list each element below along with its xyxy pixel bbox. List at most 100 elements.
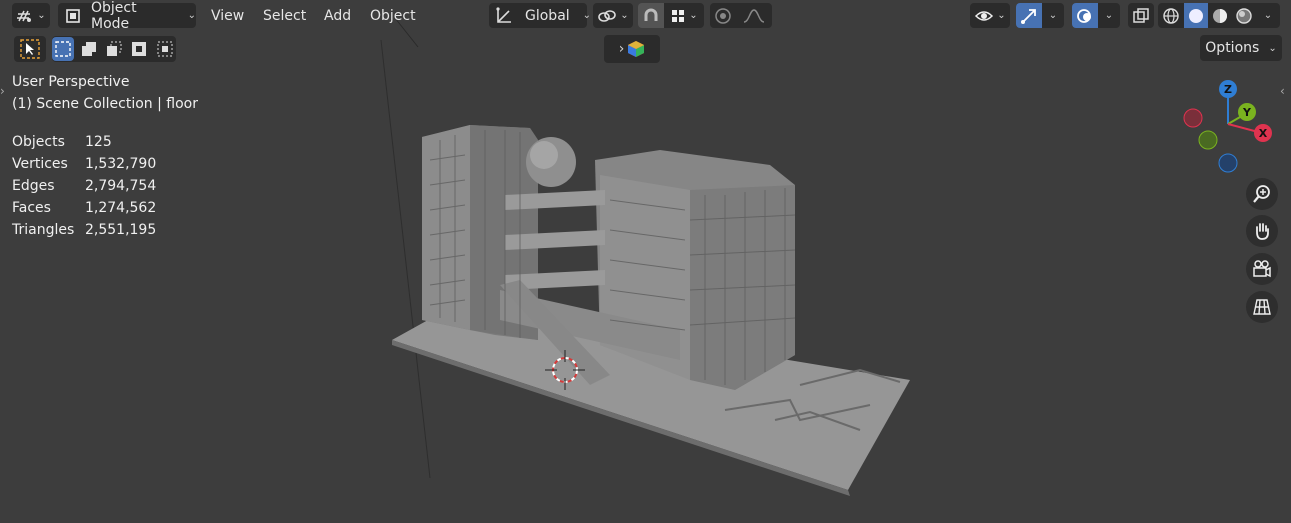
shading-dropdown[interactable]: ⌄: [1256, 3, 1280, 28]
stat-value: 125: [85, 134, 112, 150]
left-sidebar-toggle[interactable]: ›: [0, 84, 5, 98]
chevron-down-icon: ⌄: [582, 10, 592, 21]
gizmo-icon: [1020, 7, 1038, 25]
stat-row: Edges 2,794,754: [12, 175, 156, 197]
right-sidebar-toggle[interactable]: ‹: [1280, 84, 1285, 98]
chevron-down-icon: ⌄: [620, 10, 629, 21]
proportional-edit-toggle[interactable]: [710, 3, 736, 28]
ortho-grid-icon: [1252, 297, 1272, 317]
chevron-down-icon: ⌄: [997, 10, 1006, 21]
transform-pivot-icon: [494, 6, 514, 25]
material-shading-icon: [1211, 7, 1229, 25]
gizmo-dropdown[interactable]: ⌄: [1042, 3, 1064, 28]
snap-toggle[interactable]: [638, 3, 664, 28]
rendered-shading-button[interactable]: [1232, 3, 1256, 28]
visibility-icon: [974, 8, 994, 24]
selection-mode-group: [52, 36, 176, 62]
solid-shading-button[interactable]: [1184, 3, 1208, 28]
material-shading-button[interactable]: [1208, 3, 1232, 28]
overlay-icon: [1076, 7, 1094, 25]
menu-add[interactable]: Add: [316, 3, 359, 28]
pivot-point-dropdown[interactable]: ⌄: [593, 3, 633, 28]
chevron-down-icon: ⌄: [1104, 10, 1114, 21]
proportional-edit-icon: [714, 7, 732, 25]
stat-value: 1,274,562: [85, 200, 157, 216]
select-cursor-icon: [19, 38, 41, 60]
select-extend-icon[interactable]: [77, 37, 99, 61]
xray-toggle[interactable]: [1128, 3, 1154, 28]
xray-icon: [1132, 7, 1150, 25]
chevron-down-icon: ⌄: [37, 10, 46, 21]
stat-label: Vertices: [12, 156, 68, 172]
gizmo-neg-z: [1218, 153, 1238, 173]
stat-label: Objects: [12, 134, 65, 150]
gizmo-x-label: X: [1259, 127, 1268, 140]
stat-label: Triangles: [12, 222, 75, 238]
chevron-down-icon: ⌄: [187, 10, 196, 21]
link-icon: [597, 8, 617, 24]
stat-value: 1,532,790: [85, 156, 157, 172]
zoom-button[interactable]: [1246, 178, 1278, 210]
options-label: Options: [1205, 40, 1260, 56]
snap-grid-icon: [670, 8, 686, 24]
stat-value: 2,551,195: [85, 222, 157, 238]
view-name: User Perspective: [12, 74, 130, 90]
pan-hand-icon: [1252, 221, 1272, 241]
visibility-dropdown[interactable]: ⌄: [970, 3, 1010, 28]
viewport-header: ⌄ Object Mode ⌄ View Select Add Object G…: [0, 0, 1291, 33]
stat-row: Objects 125: [12, 131, 156, 153]
snap-icon: [642, 7, 660, 25]
wireframe-shading-button[interactable]: [1158, 3, 1184, 28]
falloff-icon: [743, 8, 765, 24]
chevron-right-icon: ›: [618, 41, 625, 57]
overlay-toggle[interactable]: [1072, 3, 1098, 28]
select-intersect-icon[interactable]: [154, 37, 176, 61]
navigation-gizmo[interactable]: Z Y X: [1180, 78, 1280, 178]
stat-row: Triangles 2,551,195: [12, 219, 156, 241]
options-dropdown[interactable]: Options ⌄: [1200, 35, 1282, 61]
asset-shelf-toggle[interactable]: ›: [604, 35, 660, 63]
transform-orientation-dropdown[interactable]: Global ⌄: [489, 3, 591, 28]
asset-cube-icon: [627, 40, 645, 58]
chevron-down-icon: ⌄: [1048, 10, 1058, 21]
scene-model: [380, 17, 910, 496]
select-invert-icon[interactable]: [128, 37, 150, 61]
stat-label: Faces: [12, 200, 51, 216]
zoom-icon: [1252, 184, 1272, 204]
gizmo-y-label: Y: [1242, 106, 1252, 119]
menu-object[interactable]: Object: [362, 3, 424, 28]
chevron-down-icon: ⌄: [1263, 10, 1273, 21]
mode-dropdown[interactable]: Object Mode ⌄: [58, 0, 196, 32]
rendered-shading-icon: [1235, 7, 1253, 25]
stat-label: Edges: [12, 178, 55, 194]
editor-type-icon: [16, 8, 34, 24]
menu-view[interactable]: View: [203, 3, 252, 28]
stat-row: Faces 1,274,562: [12, 197, 156, 219]
3d-viewport[interactable]: ⌄ Object Mode ⌄ View Select Add Object G…: [0, 0, 1291, 523]
wireframe-shading-icon: [1162, 7, 1180, 25]
gizmo-z-label: Z: [1224, 83, 1232, 96]
select-subtract-icon[interactable]: [103, 37, 125, 61]
menu-select[interactable]: Select: [255, 3, 314, 28]
gizmo-neg-y: [1198, 130, 1218, 150]
tweak-tool-button[interactable]: [14, 36, 46, 62]
camera-view-icon: [1252, 259, 1272, 279]
gizmo-neg-x: [1183, 108, 1203, 128]
chevron-down-icon: ⌄: [1268, 42, 1277, 54]
mode-label: Object Mode: [91, 0, 137, 32]
collection-info: (1) Scene Collection | floor: [12, 96, 198, 112]
editor-type-button[interactable]: ⌄: [12, 3, 50, 28]
overlay-dropdown[interactable]: ⌄: [1098, 3, 1120, 28]
pan-button[interactable]: [1246, 215, 1278, 247]
stat-row: Vertices 1,532,790: [12, 153, 156, 175]
ortho-toggle-button[interactable]: [1246, 291, 1278, 323]
select-new-icon[interactable]: [52, 37, 75, 61]
snap-target-dropdown[interactable]: ⌄: [664, 3, 704, 28]
chevron-down-icon: ⌄: [689, 10, 698, 21]
transform-orientation-label: Global: [525, 7, 570, 24]
gizmo-toggle[interactable]: [1016, 3, 1042, 28]
camera-view-button[interactable]: [1246, 253, 1278, 285]
object-mode-icon: [64, 7, 82, 25]
falloff-dropdown[interactable]: [736, 3, 772, 28]
scene-statistics: Objects 125 Vertices 1,532,790 Edges 2,794,…: [12, 131, 156, 241]
